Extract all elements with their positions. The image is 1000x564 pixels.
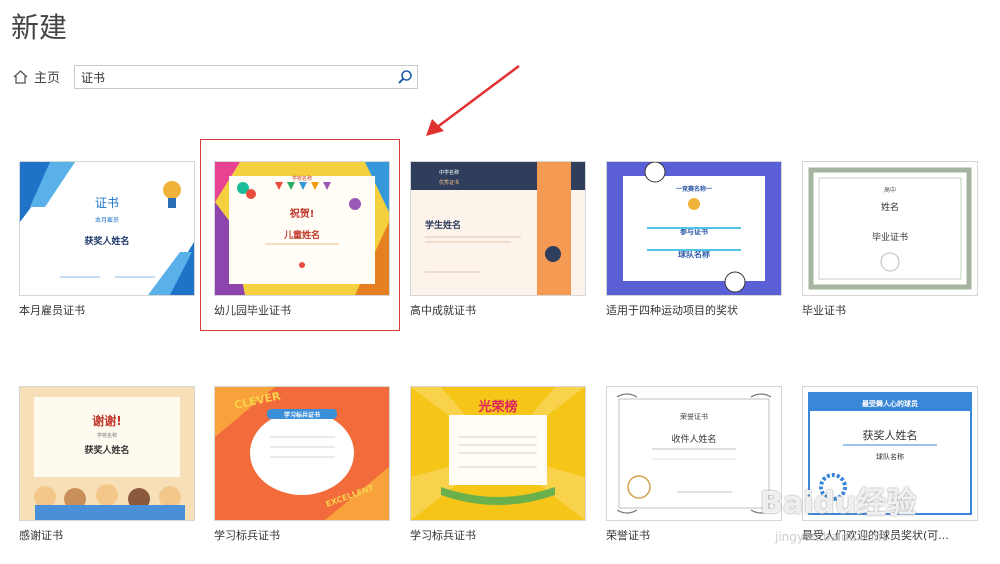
svg-text:学校名称: 学校名称: [97, 432, 117, 439]
template-label[interactable]: 高中成就证书: [410, 302, 588, 318]
template-thumbnail[interactable]: 光荣榜: [410, 386, 586, 521]
svg-text:球队名称: 球队名称: [876, 452, 904, 461]
home-icon: [13, 69, 28, 84]
svg-text:学校名称: 学校名称: [292, 175, 312, 182]
template-label[interactable]: 幼儿园毕业证书: [214, 302, 392, 318]
svg-text:光荣榜: 光荣榜: [477, 399, 517, 415]
template-label[interactable]: 感谢证书: [19, 527, 197, 543]
svg-text:谢谢!: 谢谢!: [92, 413, 121, 428]
template-label[interactable]: 荣誉证书: [606, 527, 784, 543]
search-input[interactable]: [75, 66, 387, 88]
svg-text:优秀证书: 优秀证书: [439, 179, 459, 186]
svg-text:儿童姓名: 儿童姓名: [283, 229, 320, 241]
search-box[interactable]: [74, 65, 418, 89]
template-thumbnail[interactable]: 荣誉证书 收件人姓名: [606, 386, 782, 521]
svg-text:一竞赛名称一: 一竞赛名称一: [676, 185, 712, 193]
svg-text:最受舞人心的球员: 最受舞人心的球员: [862, 399, 918, 408]
thumb-text: 证书: [95, 196, 119, 210]
svg-text:中学名称: 中学名称: [439, 169, 459, 176]
template-thumbnail[interactable]: 中学名称 优秀证书 学生姓名: [410, 161, 586, 296]
template-label[interactable]: 学习标兵证书: [410, 527, 588, 543]
watermark-url: jingyan.baidu.com: [775, 530, 886, 544]
home-link[interactable]: 主页: [13, 67, 60, 86]
template-label[interactable]: 学习标兵证书: [214, 527, 392, 543]
template-label[interactable]: 适用于四种运动项目的奖状: [606, 302, 784, 318]
svg-text:祝贺!: 祝贺!: [290, 207, 315, 220]
search-icon[interactable]: [397, 69, 413, 85]
svg-text:获奖人姓名: 获奖人姓名: [863, 428, 918, 442]
svg-text:毕业证书: 毕业证书: [872, 231, 908, 243]
template-thumbnail[interactable]: 证书 本月雇员 获奖人姓名: [19, 161, 195, 296]
template-thumbnail[interactable]: 高中 姓名 毕业证书: [802, 161, 978, 296]
svg-text:荣誉证书: 荣誉证书: [680, 412, 708, 421]
template-thumbnail[interactable]: 谢谢! 学校名称 获奖人姓名: [19, 386, 195, 521]
page-title: 新建: [11, 11, 68, 44]
svg-text:获奖人姓名: 获奖人姓名: [84, 444, 129, 456]
watermark-brand: Baidu经验: [760, 486, 917, 521]
svg-text:姓名: 姓名: [881, 201, 899, 213]
template-thumbnail[interactable]: 一竞赛名称一 参与证书 球队名称: [606, 161, 782, 296]
home-label: 主页: [34, 71, 61, 86]
svg-text:学习标兵证书: 学习标兵证书: [284, 411, 320, 419]
template-label[interactable]: 本月雇员证书: [19, 302, 197, 318]
svg-text:本月雇员: 本月雇员: [95, 216, 119, 224]
svg-text:学生姓名: 学生姓名: [425, 219, 461, 231]
svg-text:高中: 高中: [884, 186, 896, 194]
template-thumbnail[interactable]: 学校名称 祝贺! 儿童姓名: [214, 161, 390, 296]
svg-text:收件人姓名: 收件人姓名: [671, 433, 716, 445]
template-label[interactable]: 毕业证书: [802, 302, 980, 318]
template-thumbnail[interactable]: CLEVER 学习标兵证书 EXCELLENT: [214, 386, 390, 521]
svg-text:获奖人姓名: 获奖人姓名: [84, 235, 129, 247]
